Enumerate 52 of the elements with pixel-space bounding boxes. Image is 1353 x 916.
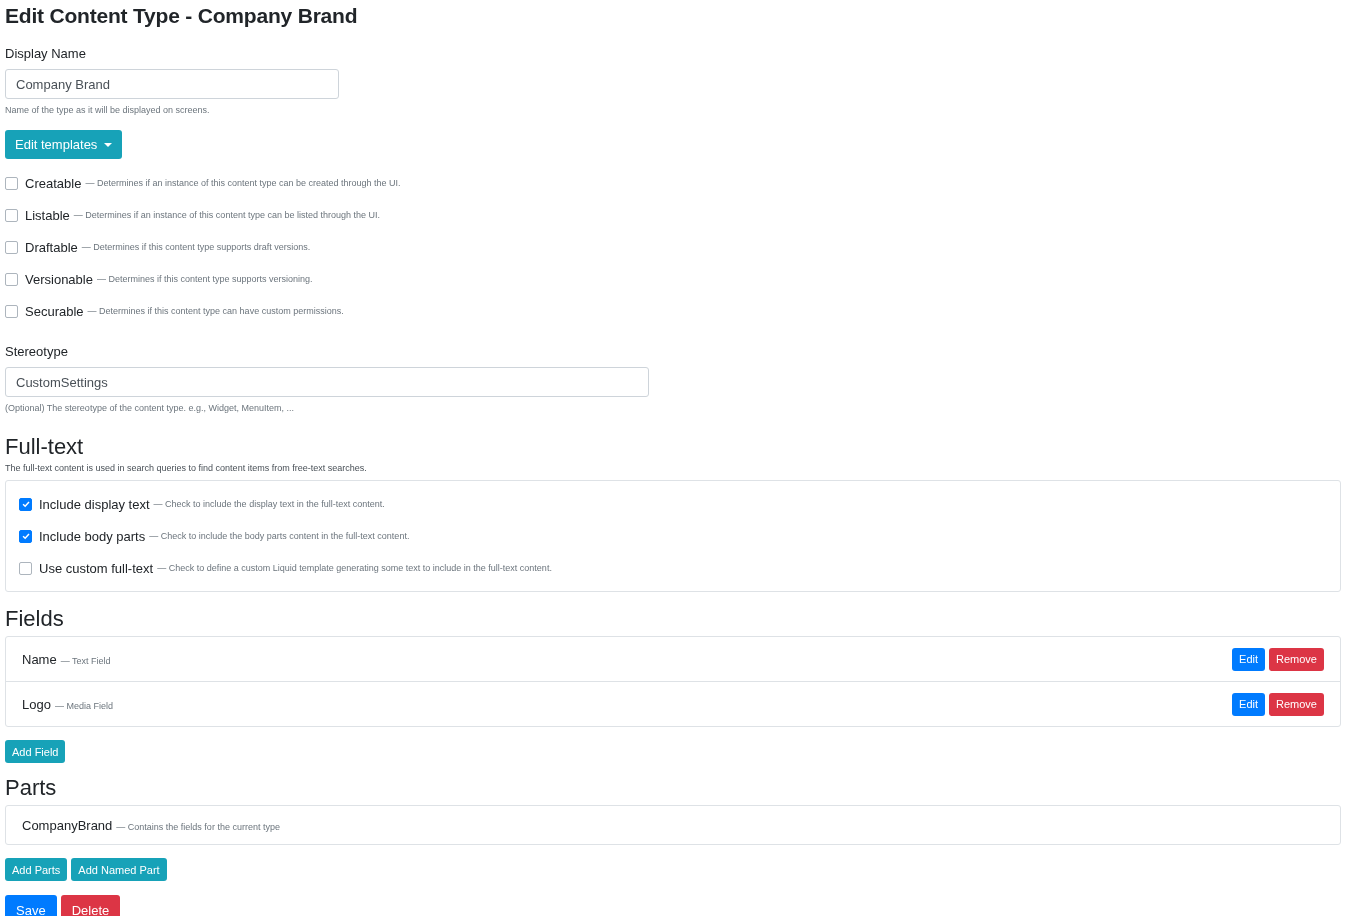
option-description: — Determines if an instance of this content type can be listed through the UI.	[73, 210, 380, 220]
edit-button[interactable]: Edit	[1232, 647, 1266, 671]
edit-templates-button[interactable]: Edit templates	[5, 130, 123, 159]
field-label: Display Name	[5, 46, 86, 62]
option-description: — Determines if this content type supports versioning.	[96, 274, 313, 284]
option-description: — Check to define a custom Liquid template generating some text to include in the full-text content.	[157, 563, 552, 573]
part-name: CompanyBrand	[22, 817, 113, 833]
caret-icon	[104, 142, 113, 147]
option-label: Draftable	[25, 239, 78, 255]
field-label: Stereotype	[5, 344, 68, 360]
option-description: — Determines if an instance of this content type can be created through the UI.	[85, 178, 401, 188]
option-label: Securable	[25, 303, 84, 319]
edit-button[interactable]: Edit	[1232, 692, 1266, 716]
section-description: The full-text content is used in search queries to find content items from free-text searches.	[5, 462, 367, 474]
checkbox[interactable]	[5, 304, 18, 318]
option-label: Listable	[25, 207, 70, 223]
delete-button[interactable]: Delete	[60, 895, 121, 916]
field-name: Name	[22, 651, 57, 667]
help-text: (Optional) The stereotype of the content type. e.g., Widget, MenuItem, ...	[5, 402, 294, 414]
section-heading: Fields	[5, 606, 64, 632]
page-title: Edit Content Type - Company Brand	[5, 3, 358, 29]
option-label: Versionable	[25, 271, 93, 287]
option-label: Include body parts	[39, 528, 146, 544]
checkbox[interactable]	[19, 497, 32, 511]
part-description: — Contains the fields for the current type	[116, 821, 280, 832]
checkbox[interactable]	[19, 529, 32, 543]
option-description: — Determines if this content type can have custom permissions.	[87, 306, 344, 316]
checkbox[interactable]	[5, 240, 18, 254]
section-heading: Parts	[5, 775, 57, 801]
help-text: Name of the type as it will be displayed on screens.	[5, 104, 210, 116]
save-button[interactable]: Save	[5, 895, 57, 916]
text-input[interactable]: CustomSettings	[5, 367, 649, 397]
option-label: Creatable	[25, 175, 82, 191]
checkbox[interactable]	[5, 208, 18, 222]
field-name: Logo	[22, 696, 51, 712]
remove-button[interactable]: Remove	[1269, 692, 1324, 716]
checkbox[interactable]	[5, 272, 18, 286]
add-field-button[interactable]: Add Field	[5, 740, 66, 763]
checkbox[interactable]	[19, 561, 32, 575]
field-type: — Text Field	[60, 655, 111, 666]
checkbox[interactable]	[5, 176, 18, 190]
field-type: — Media Field	[54, 700, 113, 711]
option-description: — Determines if this content type supports draft versions.	[81, 242, 311, 252]
add-named-part-button[interactable]: Add Named Part	[71, 858, 167, 881]
add-parts-button[interactable]: Add Parts	[5, 858, 68, 881]
option-label: Include display text	[39, 496, 150, 512]
option-description: — Check to include the display text in the full-text content.	[153, 499, 385, 509]
option-label: Use custom full-text	[39, 560, 154, 576]
remove-button[interactable]: Remove	[1269, 647, 1324, 671]
option-description: — Check to include the body parts content in the full-text content.	[149, 531, 410, 541]
text-input[interactable]: Company Brand	[5, 69, 339, 99]
section-heading: Full-text	[5, 434, 84, 460]
